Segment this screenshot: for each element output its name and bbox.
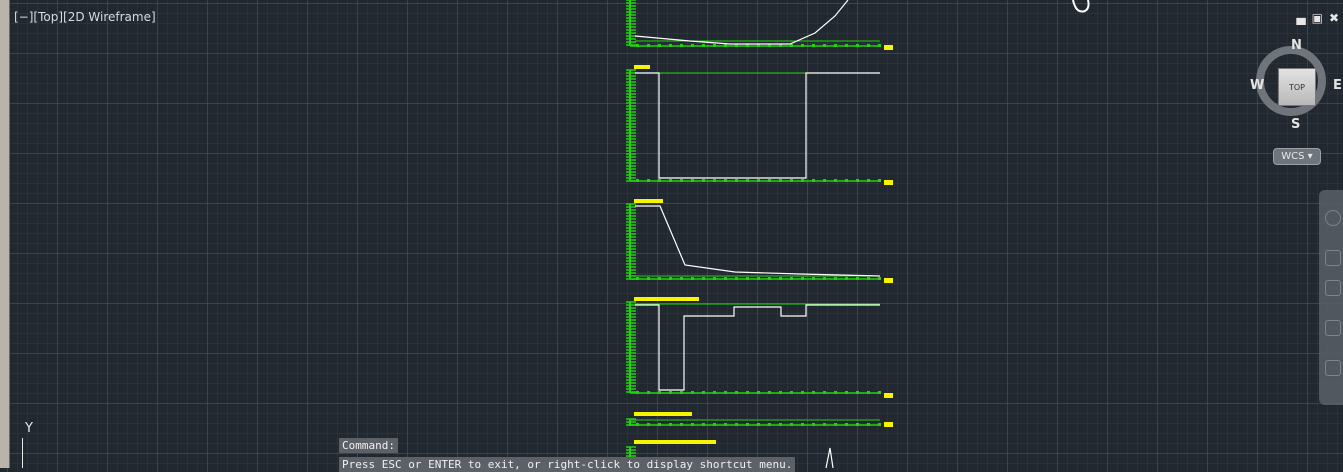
showmotion-icon[interactable] [1325, 360, 1341, 376]
plot-2-label-marker [634, 65, 650, 69]
waveform-plot-5 [629, 412, 893, 427]
plot-1-end-marker [884, 45, 893, 50]
plot-3-label-marker [634, 199, 663, 203]
compass-west[interactable]: W [1250, 78, 1264, 93]
plot-3-end-marker [884, 278, 893, 283]
waveform-plot-2 [629, 65, 893, 185]
viewcube[interactable]: TOP N S E W [1248, 38, 1343, 133]
waveform-plot-1 [629, 0, 893, 50]
waveform-plot-3 [629, 199, 893, 283]
zoom-extents-icon[interactable] [1325, 280, 1341, 296]
navigation-bar [1319, 190, 1343, 405]
plot-6-label-marker [634, 440, 716, 444]
drawing-canvas[interactable] [0, 0, 1343, 468]
plot-2-trace [635, 72, 880, 179]
compass-north[interactable]: N [1291, 38, 1302, 53]
ucs-y-axis-line [22, 438, 23, 468]
plot-5-end-marker [884, 422, 893, 427]
plot-1-trace [634, 0, 849, 45]
plot-2-end-marker [884, 180, 893, 185]
wcs-menu-button[interactable]: WCS ▾ [1273, 148, 1321, 165]
plot-4-trace [635, 304, 880, 391]
viewcube-top-face[interactable]: TOP [1278, 68, 1316, 106]
plot-3-trace [635, 205, 881, 277]
compass-east[interactable]: E [1333, 78, 1342, 93]
axis-ticks [626, 0, 881, 468]
waveform-plots [629, 0, 1090, 468]
steering-wheel-icon[interactable] [1325, 210, 1341, 226]
command-prompt-label: Command: [339, 438, 398, 453]
crosshair-cursor-fragment [1072, 0, 1090, 13]
command-prompt-message: Press ESC or ENTER to exit, or right-cli… [339, 457, 796, 472]
ucs-y-axis-label: Y [25, 421, 33, 436]
pan-icon[interactable] [1325, 250, 1341, 266]
compass-south[interactable]: S [1291, 117, 1300, 132]
plot-5-label-marker [634, 412, 692, 416]
orbit-icon[interactable] [1325, 320, 1341, 336]
plot-4-end-marker [884, 393, 893, 398]
plot-6-trace [825, 447, 834, 468]
plot-4-label-marker [634, 297, 699, 301]
waveform-plot-4 [629, 297, 893, 398]
